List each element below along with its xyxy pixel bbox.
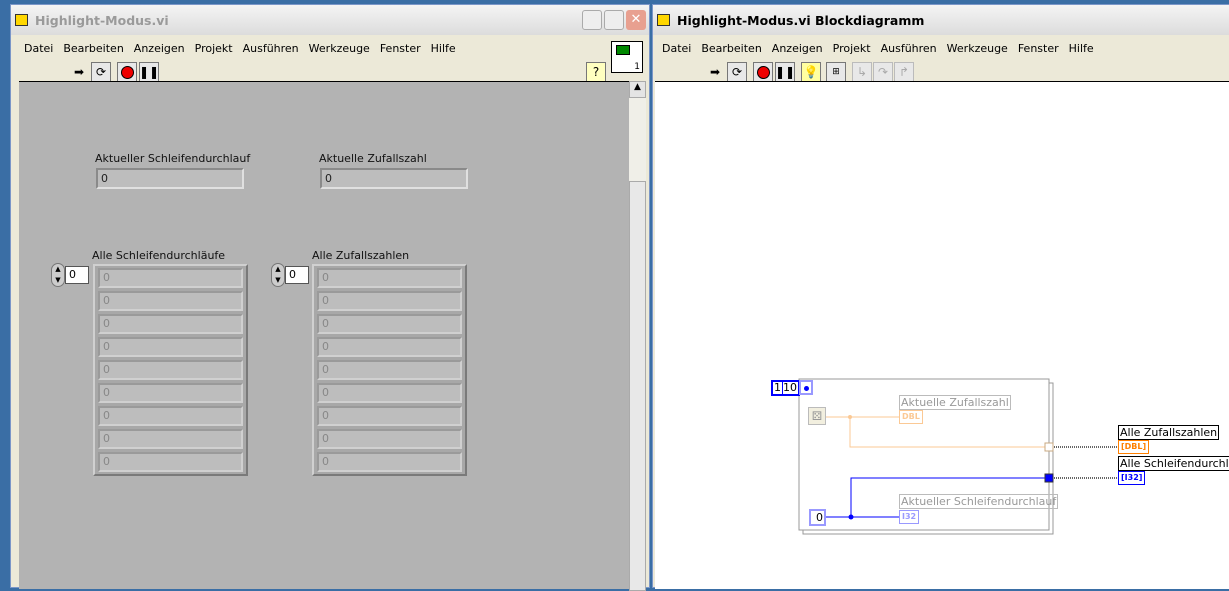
tunnel-dbl [1044,442,1054,452]
tunnel-i32 [1044,473,1054,483]
label-current-random: Aktuelle Zufallszahl [899,395,1011,410]
wire-junction [848,415,852,419]
label-all-iterations: Alle Schleifendurchläufe [1118,456,1229,471]
loop-count-constant[interactable]: 1 10 [771,380,800,396]
terminal-dot [804,386,809,391]
terminal-current-random[interactable]: DBL [899,410,923,424]
wire-junction [848,514,854,520]
random-number-dice-icon[interactable]: ⚄ [808,407,826,425]
loop-count-terminal[interactable]: N [799,380,813,395]
terminal-all-random[interactable]: [DBL] [1118,440,1150,454]
terminal-current-iteration[interactable]: I32 [899,510,920,524]
label-all-random: Alle Zufallszahlen [1118,425,1220,440]
iteration-constant[interactable]: 0 [809,509,826,526]
label-current-iteration: Aktueller Schleifendurchlauf [899,494,1059,509]
terminal-all-iterations[interactable]: [I32] [1118,471,1146,485]
constant-prefix: 1 [774,381,783,394]
constant-value: 10 [783,381,797,394]
